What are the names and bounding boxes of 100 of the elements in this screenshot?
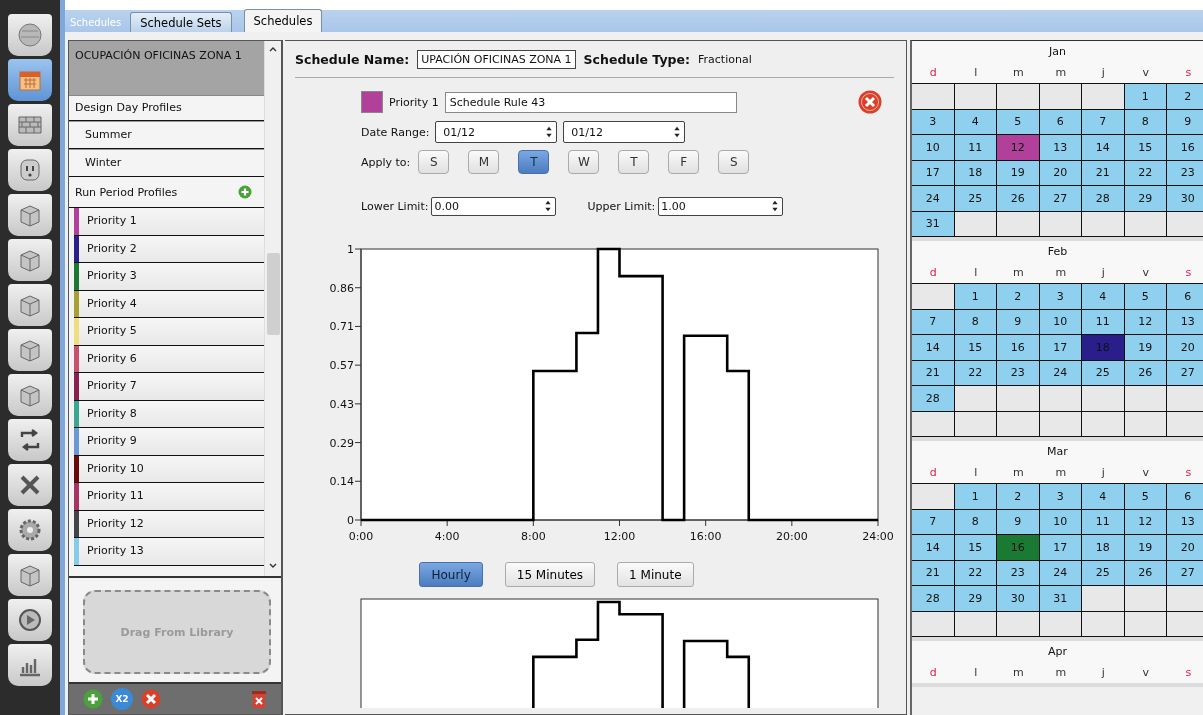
calendar-day[interactable]: 1 [954, 484, 997, 510]
calendar-day[interactable]: 4 [1082, 484, 1125, 510]
calendar-day[interactable]: 6 [1167, 484, 1203, 510]
nav-tab[interactable] [8, 59, 52, 101]
calendar-day[interactable]: 30 [1167, 186, 1203, 212]
nav-tab[interactable] [8, 329, 52, 371]
resolution-button[interactable]: 15 Minutes [504, 562, 596, 587]
calendar-day[interactable]: 15 [1124, 135, 1167, 161]
calendar-day[interactable]: 2 [997, 284, 1040, 310]
calendar-day[interactable]: 29 [1124, 186, 1167, 212]
calendar-day[interactable]: 28 [912, 586, 955, 612]
calendar-day[interactable]: 7 [1082, 109, 1125, 135]
calendar-day[interactable]: 23 [997, 360, 1040, 386]
priority-swatch[interactable] [361, 91, 383, 113]
calendar-day[interactable]: 1 [1124, 84, 1167, 110]
calendar-day[interactable]: 14 [912, 535, 955, 561]
calendar-day[interactable]: 19 [1124, 335, 1167, 361]
nav-tab[interactable] [8, 554, 52, 596]
scroll-up-icon[interactable] [268, 45, 278, 53]
calendar-day[interactable]: 21 [912, 360, 955, 386]
calendar-day[interactable]: 18 [1082, 535, 1125, 561]
nav-tab[interactable] [8, 284, 52, 326]
calendar-day[interactable]: 26 [997, 186, 1040, 212]
nav-tab[interactable] [8, 104, 52, 146]
start-date-field[interactable]: 01/12 [435, 121, 558, 143]
calendar-day[interactable]: 19 [997, 160, 1040, 186]
calendar-day[interactable]: 16 [997, 335, 1040, 361]
calendar-day[interactable]: 9 [1167, 109, 1203, 135]
upper-limit-field[interactable]: 1.00 [658, 196, 784, 216]
calendar-day[interactable]: 29 [954, 586, 997, 612]
calendar-day[interactable]: 13 [1167, 309, 1203, 335]
calendar-day[interactable]: 23 [1167, 160, 1203, 186]
calendar-day[interactable]: 7 [912, 509, 955, 535]
weekday-toggle[interactable]: M [468, 150, 500, 174]
profile-item[interactable]: Summer [69, 121, 264, 149]
rule-name-field[interactable]: Schedule Rule 43 [444, 91, 737, 113]
calendar-day[interactable]: 21 [912, 560, 955, 586]
duplicate-button[interactable]: X2 [111, 688, 133, 710]
trash-icon[interactable] [249, 689, 269, 709]
calendar-day[interactable]: 11 [954, 135, 997, 161]
weekday-toggle[interactable]: W [568, 150, 600, 174]
calendar-day[interactable]: 17 [1039, 535, 1082, 561]
calendar-day[interactable]: 20 [1167, 335, 1203, 361]
calendar-day[interactable]: 4 [1082, 284, 1125, 310]
weekday-toggle[interactable]: S [718, 150, 750, 174]
tab[interactable]: Schedule Sets [130, 12, 232, 32]
calendar-day[interactable]: 13 [1039, 135, 1082, 161]
calendar-day[interactable]: 16 [997, 535, 1040, 561]
calendar-day[interactable]: 16 [1167, 135, 1203, 161]
calendar-day[interactable]: 28 [912, 386, 955, 412]
calendar-day[interactable]: 25 [1082, 360, 1125, 386]
end-date-field[interactable]: 01/12 [563, 121, 686, 143]
profile-item[interactable]: Winter [69, 149, 264, 177]
calendar-day[interactable]: 2 [1167, 84, 1203, 110]
nav-tab[interactable] [8, 239, 52, 281]
delete-icon[interactable] [858, 90, 882, 114]
calendar-day[interactable]: 13 [1167, 509, 1203, 535]
add-icon[interactable] [238, 185, 252, 199]
calendar-day[interactable]: 5 [1124, 284, 1167, 310]
nav-tab[interactable] [8, 509, 52, 551]
calendar-day[interactable]: 27 [1039, 186, 1082, 212]
calendar-day[interactable]: 15 [954, 535, 997, 561]
calendar-day[interactable]: 14 [1082, 135, 1125, 161]
calendar-day[interactable]: 23 [997, 560, 1040, 586]
nav-tab[interactable] [8, 599, 52, 641]
calendar-day[interactable]: 7 [912, 309, 955, 335]
calendar-day[interactable]: 14 [912, 335, 955, 361]
calendar-day[interactable]: 3 [912, 109, 955, 135]
lower-limit-field[interactable]: 0.00 [431, 196, 557, 216]
nav-tab[interactable] [8, 419, 52, 461]
weekday-toggle[interactable]: T [618, 150, 650, 174]
calendar-day[interactable]: 12 [997, 135, 1040, 161]
scroll-down-icon[interactable] [268, 562, 278, 570]
calendar-day[interactable]: 11 [1082, 309, 1125, 335]
nav-tab[interactable] [8, 149, 52, 191]
calendar-day[interactable]: 25 [954, 186, 997, 212]
calendar-day[interactable]: 5 [997, 109, 1040, 135]
calendar-day[interactable]: 20 [1167, 535, 1203, 561]
calendar-day[interactable]: 27 [1167, 560, 1203, 586]
calendar-day[interactable]: 24 [912, 186, 955, 212]
resolution-button[interactable]: Hourly [419, 562, 483, 587]
calendar-day[interactable]: 2 [997, 484, 1040, 510]
calendar-day[interactable]: 15 [954, 335, 997, 361]
calendar-day[interactable]: 27 [1167, 360, 1203, 386]
add-icon[interactable] [83, 689, 103, 709]
calendar-day[interactable]: 3 [1039, 484, 1082, 510]
calendar-day[interactable]: 1 [954, 284, 997, 310]
schedule-name-field[interactable]: UPACIÓN OFICINAS ZONA 1 [417, 49, 576, 69]
remove-icon[interactable] [141, 689, 161, 709]
calendar-day[interactable]: 31 [912, 211, 955, 237]
nav-tab[interactable] [8, 644, 52, 686]
calendar-day[interactable]: 3 [1039, 284, 1082, 310]
calendar-day[interactable]: 25 [1082, 560, 1125, 586]
schedule-title[interactable]: OCUPACIÓN OFICINAS ZONA 1 [69, 41, 264, 96]
scroll-thumb[interactable] [266, 253, 280, 335]
calendar-day[interactable]: 9 [997, 509, 1040, 535]
nav-tab[interactable] [8, 14, 52, 56]
calendar-day[interactable]: 17 [1039, 335, 1082, 361]
calendar-day[interactable]: 11 [1082, 509, 1125, 535]
weekday-toggle[interactable]: T [518, 150, 550, 174]
